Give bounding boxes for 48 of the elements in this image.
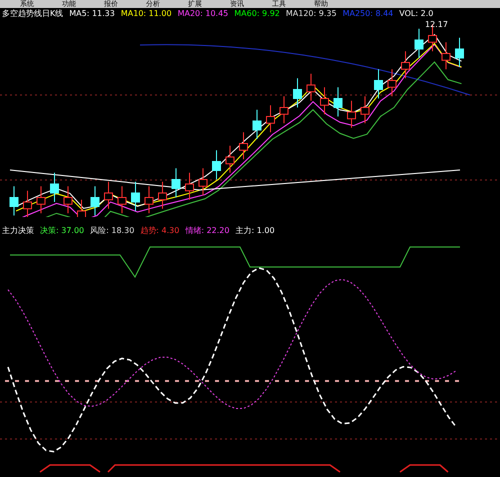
candlestick bbox=[226, 145, 234, 174]
chart-title: 多空趋势线日K线 bbox=[2, 8, 64, 20]
candlestick bbox=[10, 186, 18, 216]
indicator-value: 决策: 37.00 bbox=[40, 225, 84, 237]
candlestick bbox=[306, 73, 316, 102]
candlestick bbox=[320, 86, 329, 115]
candlestick bbox=[158, 181, 167, 210]
candlestick bbox=[50, 172, 59, 202]
candlestick bbox=[212, 150, 221, 180]
candlestick bbox=[360, 96, 370, 124]
candlestick bbox=[401, 50, 410, 79]
candlestick bbox=[414, 28, 424, 58]
candlestick bbox=[198, 168, 208, 196]
candlestick bbox=[455, 37, 464, 68]
legend-value: MA5: 11.33 bbox=[69, 8, 115, 20]
candlestick bbox=[172, 168, 180, 198]
legend-value: MA60: 9.92 bbox=[234, 8, 280, 20]
candlestick bbox=[36, 186, 46, 214]
candlestick bbox=[64, 186, 72, 214]
candlestick bbox=[334, 86, 342, 117]
candlestick bbox=[266, 104, 275, 133]
candlestick bbox=[252, 109, 262, 140]
candlestick bbox=[118, 186, 126, 214]
candlestick bbox=[388, 68, 396, 97]
candlestick bbox=[77, 199, 86, 217]
candlestick bbox=[23, 190, 32, 217]
indicator-value: 情绪: 22.20 bbox=[185, 225, 230, 237]
candlestick bbox=[90, 186, 100, 216]
candlestick bbox=[185, 172, 194, 200]
price-label: 12.17 bbox=[425, 20, 448, 29]
legend-value: MA120: 9.35 bbox=[286, 8, 337, 20]
candlestick bbox=[131, 181, 140, 212]
indicator-value: 风险: 18.30 bbox=[90, 225, 134, 237]
legend-value: MA10: 11.00 bbox=[120, 8, 172, 20]
legend-value: MA250: 8.44 bbox=[342, 8, 394, 20]
candlestick bbox=[104, 181, 113, 210]
candlestick bbox=[347, 100, 356, 128]
candlestick bbox=[239, 132, 248, 160]
candlestick bbox=[144, 186, 154, 214]
indicator-value: 趋势: 4.30 bbox=[140, 225, 180, 237]
candlestick bbox=[293, 78, 302, 108]
candlestick bbox=[374, 68, 383, 99]
legend-value: MA20: 10.45 bbox=[178, 8, 228, 20]
indicator-name: 主力决策 bbox=[2, 225, 34, 237]
indicator-value: 主力: 1.00 bbox=[235, 225, 275, 237]
candlestick bbox=[442, 42, 450, 70]
candlestick bbox=[280, 96, 288, 124]
legend-value: VOL: 2.0 bbox=[399, 8, 434, 20]
